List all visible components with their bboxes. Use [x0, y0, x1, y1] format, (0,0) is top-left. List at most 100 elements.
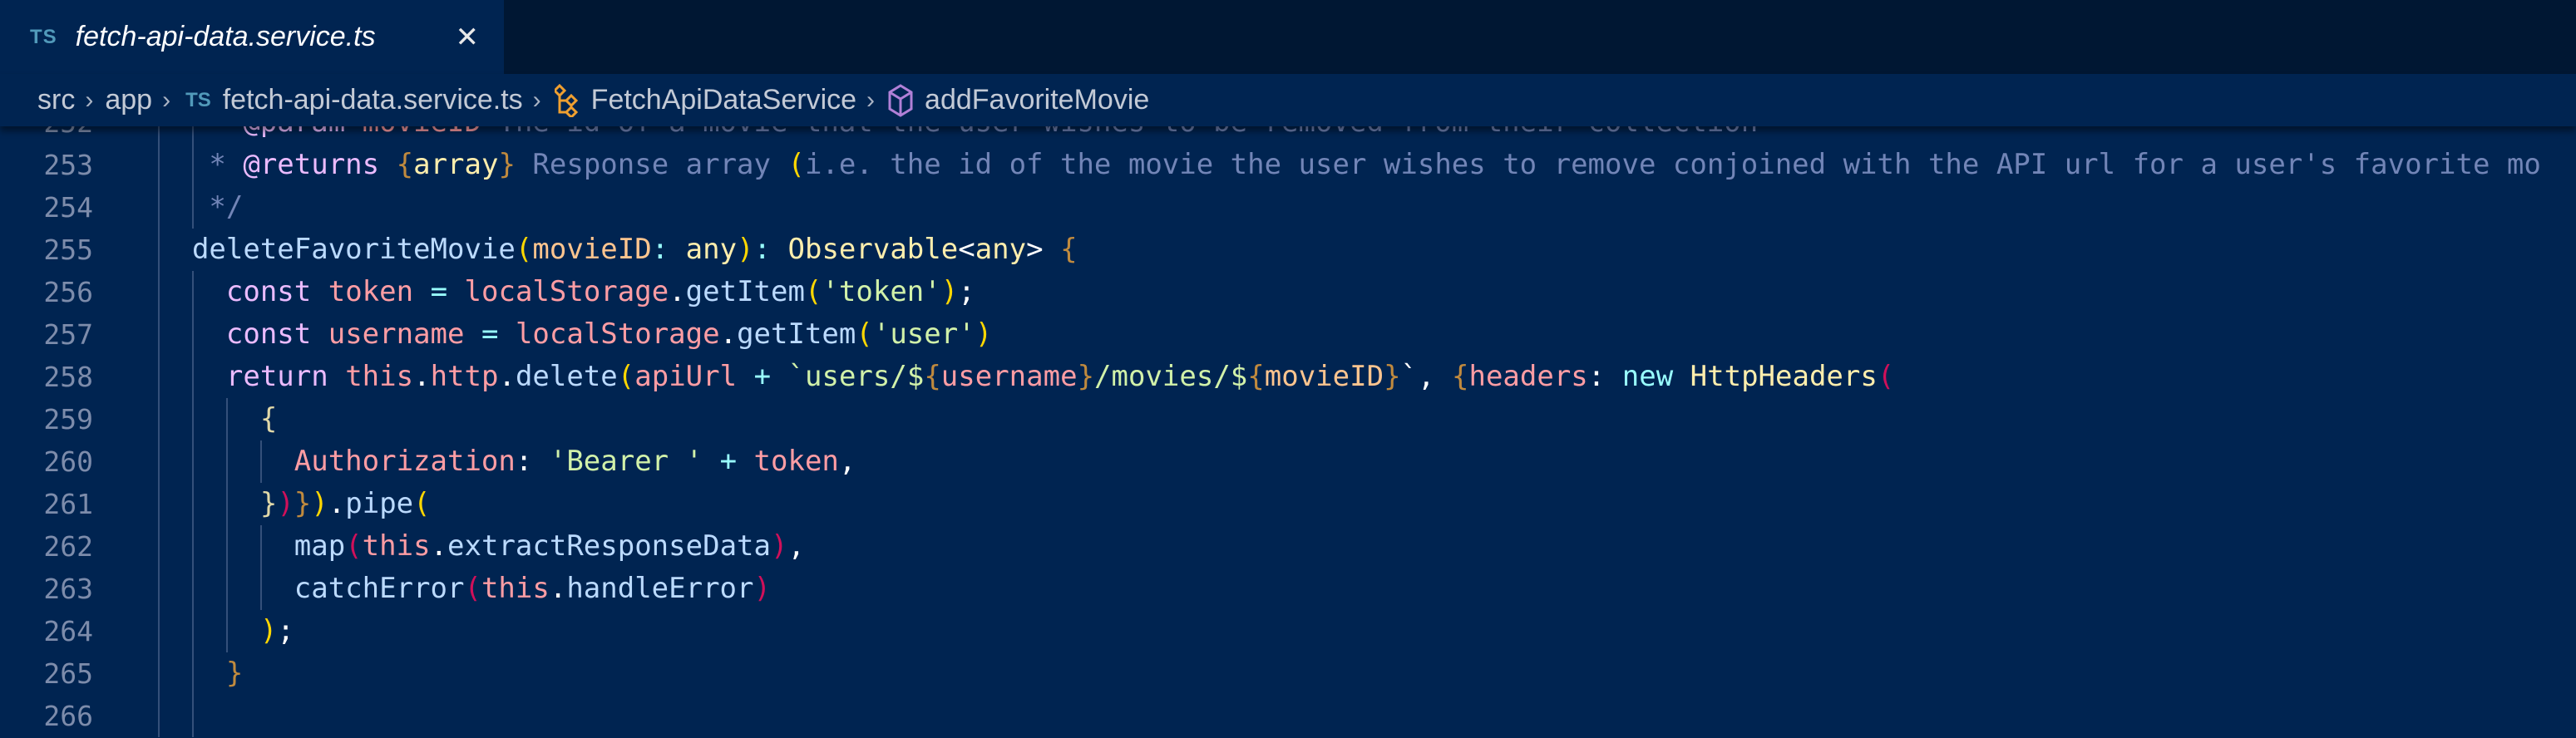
- chevron-right-icon: ›: [866, 86, 876, 114]
- line-number: 256: [43, 275, 93, 308]
- breadcrumb-app[interactable]: app: [105, 84, 152, 116]
- code-token: ,: [838, 444, 856, 478]
- code-token: ): [940, 274, 959, 308]
- code-token: (: [804, 274, 822, 308]
- code-token: localStorage: [464, 274, 669, 308]
- code-token: ;: [958, 274, 975, 308]
- code-token: (: [464, 571, 481, 605]
- code-token: localStorage: [515, 317, 720, 351]
- code-line[interactable]: 263 catchError(this.handleError): [0, 567, 2576, 610]
- close-icon[interactable]: ✕: [456, 21, 480, 54]
- code-token: {: [1060, 232, 1078, 266]
- code-token: any: [685, 232, 738, 266]
- code-line[interactable]: 255 deleteFavoriteMovie(movieID: any): O…: [0, 228, 2576, 271]
- code-token: (: [787, 147, 805, 181]
- code-line[interactable]: 254 */: [0, 185, 2576, 229]
- code-token: token: [753, 444, 839, 478]
- code-token: }: [1077, 359, 1095, 393]
- code-token: this: [481, 571, 550, 605]
- line-number: 261: [43, 487, 93, 520]
- code-line[interactable]: 265 }: [0, 652, 2576, 695]
- breadcrumb-class[interactable]: FetchApiDataService: [591, 84, 856, 116]
- breadcrumb-file[interactable]: fetch-api-data.service.ts: [223, 84, 523, 116]
- code-token: (: [515, 232, 533, 266]
- line-number: 255: [43, 233, 93, 266]
- tab-label: fetch-api-data.service.ts: [75, 21, 376, 52]
- code-token: `: [1400, 359, 1419, 393]
- code-text: const username = localStorage.getItem('u…: [158, 313, 992, 356]
- tab-bar: TS fetch-api-data.service.ts ✕: [0, 0, 2576, 74]
- code-text: }: [158, 652, 243, 695]
- code-text: })}).pipe(: [158, 483, 431, 525]
- code-token: (: [617, 359, 635, 393]
- method-cube-icon: [888, 83, 913, 117]
- code-line[interactable]: 261 })}).pipe(: [0, 482, 2576, 525]
- code-text: );: [158, 610, 294, 652]
- code-line[interactable]: 259 {: [0, 397, 2576, 440]
- code-token: Response array: [515, 147, 788, 181]
- code-token: =: [430, 274, 448, 308]
- code-token: Observable: [787, 232, 959, 266]
- code-token: */: [158, 189, 244, 224]
- code-line[interactable]: 262 map(this.extractResponseData),: [0, 524, 2576, 568]
- code-text: */: [158, 186, 243, 229]
- indent-guide: [191, 694, 194, 737]
- code-token: getItem: [737, 317, 856, 351]
- code-line[interactable]: 258 return this.http.delete(apiUrl + `us…: [0, 355, 2576, 398]
- code-line[interactable]: 260 Authorization: 'Bearer ' + token,: [0, 440, 2576, 483]
- line-number: 258: [43, 360, 93, 393]
- code-token: (: [413, 486, 431, 520]
- code-token: movieID: [532, 232, 652, 266]
- code-token: {: [396, 147, 414, 181]
- line-number: 254: [43, 190, 93, 224]
- code-text: deleteFavoriteMovie(movieID: any): Obser…: [158, 229, 1078, 271]
- breadcrumb-src[interactable]: src: [37, 84, 75, 116]
- code-line[interactable]: 253 * @returns {array} Response array (i…: [0, 143, 2576, 186]
- code-token: http: [430, 359, 499, 393]
- code-token: ,: [1418, 359, 1435, 393]
- code-line[interactable]: 266: [0, 694, 2576, 737]
- code-token: ;: [277, 613, 294, 647]
- code-token: }: [294, 486, 312, 520]
- code-token: .: [719, 317, 738, 351]
- code-token: :: [753, 232, 772, 266]
- code-token: :: [515, 444, 533, 478]
- tab-fetch-api-data-service[interactable]: TS fetch-api-data.service.ts ✕: [0, 0, 504, 74]
- class-icon: [554, 83, 578, 117]
- code-token: +: [753, 359, 772, 393]
- code-line[interactable]: 264 );: [0, 609, 2576, 652]
- code-token: {: [924, 359, 941, 393]
- code-token: :: [651, 232, 669, 266]
- code-token: map: [294, 529, 346, 563]
- code-token: }: [1384, 359, 1401, 393]
- code-line[interactable]: 257 const username = localStorage.getIte…: [0, 312, 2576, 356]
- code-text: catchError(this.handleError): [158, 568, 771, 610]
- code-token: catchError: [294, 571, 465, 605]
- code-token: <: [958, 232, 975, 266]
- code-token: @returns: [243, 147, 380, 181]
- code-token: apiUrl: [634, 359, 738, 393]
- line-number: 260: [43, 445, 93, 478]
- code-token: .: [430, 529, 448, 563]
- breadcrumb-method[interactable]: addFavoriteMovie: [925, 84, 1149, 116]
- code-token: headers: [1468, 359, 1588, 393]
- code-token: *: [158, 147, 244, 181]
- code-line[interactable]: 256 const token = localStorage.getItem('…: [0, 270, 2576, 313]
- code-token: array: [413, 147, 499, 181]
- code-token: {: [1452, 359, 1469, 393]
- code-token: new: [1621, 359, 1674, 393]
